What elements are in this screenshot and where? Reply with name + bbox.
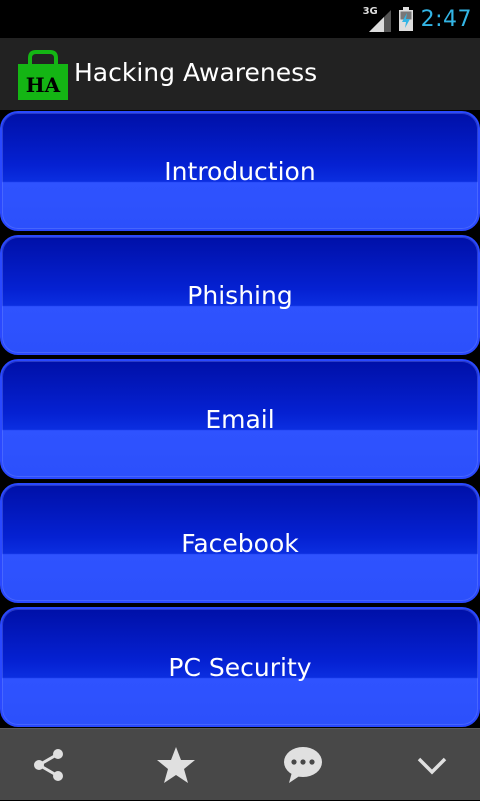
menu-button-phishing[interactable]: Phishing	[0, 235, 480, 355]
menu-button-label: Phishing	[187, 280, 293, 310]
menu-button-pc-security[interactable]: PC Security	[0, 607, 480, 727]
menu-button-label: Facebook	[181, 528, 299, 558]
menu-button-label: Introduction	[164, 156, 316, 186]
share-icon	[34, 749, 63, 781]
menu-button-label: PC Security	[168, 652, 312, 682]
status-icons: 3G 2:47	[363, 0, 472, 38]
status-bar: 3G 2:47	[0, 0, 480, 38]
bottom-action-bar	[0, 728, 480, 800]
app-logo-icon: HA	[18, 50, 68, 100]
clock: 2:47	[420, 6, 472, 32]
menu-button-label: Email	[205, 404, 275, 434]
chat-bubble-icon	[284, 747, 322, 783]
menu-button-introduction[interactable]: Introduction	[0, 111, 480, 231]
app-title: Hacking Awareness	[74, 58, 318, 87]
menu-button-email[interactable]: Email	[0, 359, 480, 479]
action-bar: HA Hacking Awareness	[0, 38, 480, 110]
chevron-down-icon	[417, 757, 447, 775]
battery-icon	[398, 7, 413, 31]
comment-button[interactable]	[243, 729, 363, 801]
favorite-button[interactable]	[116, 729, 236, 801]
overflow-menu-button[interactable]	[372, 729, 480, 801]
share-button[interactable]	[0, 729, 108, 801]
menu-button-facebook[interactable]: Facebook	[0, 483, 480, 603]
signal-icon: 3G	[363, 6, 391, 32]
main-menu: Introduction Phishing Email Facebook PC …	[0, 111, 480, 728]
star-icon	[157, 747, 195, 783]
app-logo-text: HA	[26, 73, 61, 97]
